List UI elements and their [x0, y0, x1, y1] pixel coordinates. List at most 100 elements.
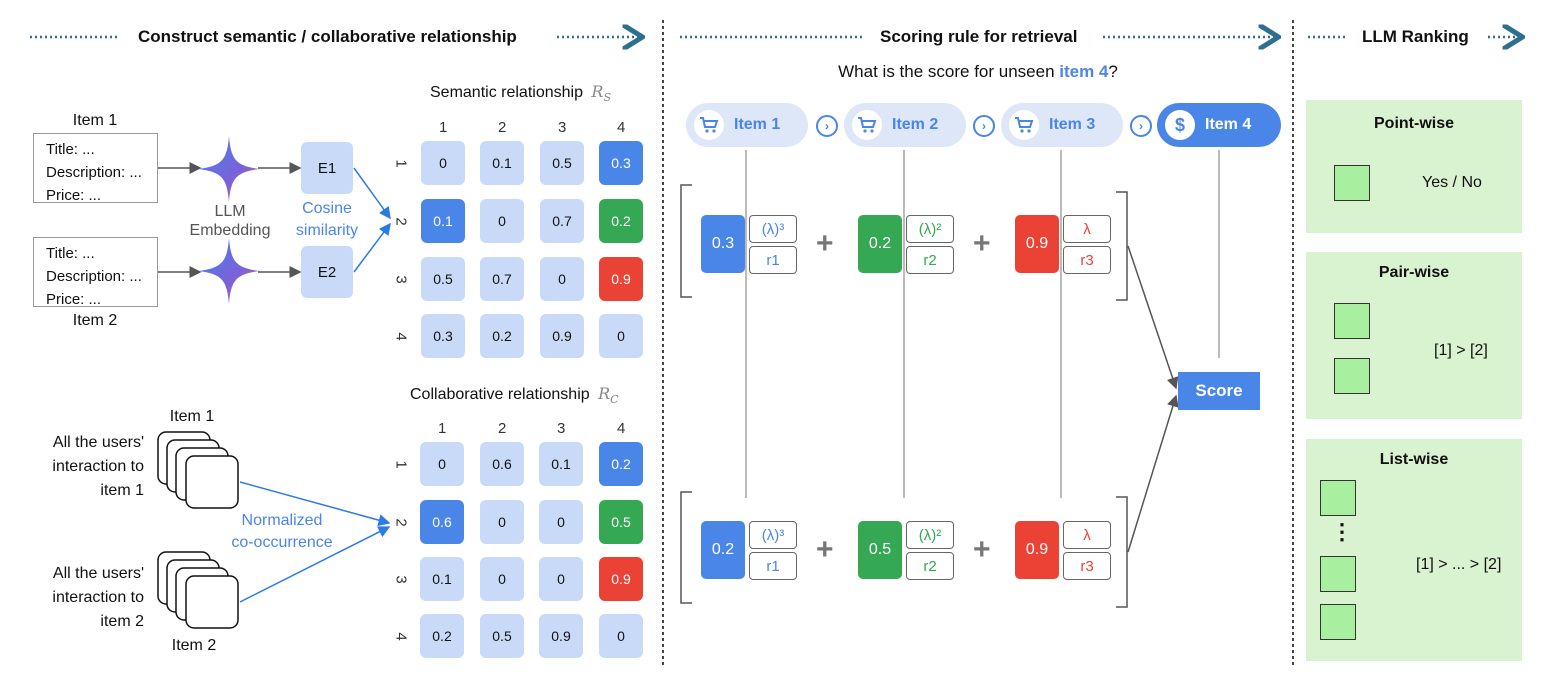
- semantic-matrix-cell: 0.5: [540, 141, 584, 185]
- semantic-matrix-cell: 0.7: [480, 257, 524, 301]
- question-item: item 4: [1059, 62, 1109, 81]
- semantic-item1-label: Item 1: [72, 112, 118, 129]
- pill-item4: $ Item 4: [1157, 103, 1281, 147]
- collaborative-row-label: 1: [392, 460, 410, 469]
- score-value-box: 0.2: [858, 215, 902, 273]
- pill-item3-label: Item 3: [1049, 116, 1096, 133]
- collaborative-row-label: 4: [392, 632, 410, 641]
- users1-line2: interaction to: [52, 458, 144, 475]
- embedding-e2: E2: [301, 246, 353, 298]
- collaborative-matrix-cell: 0: [599, 614, 643, 658]
- users2-line2: interaction to: [52, 589, 144, 606]
- relationship-box: r2: [906, 246, 954, 274]
- relationship-box: r1: [749, 246, 797, 274]
- collaborative-col-label: 2: [498, 420, 507, 437]
- scoring-question: What is the score for unseen item 4?: [838, 63, 1118, 80]
- collaborative-matrix-cell: 0.6: [420, 500, 464, 544]
- user-cards-item1: [157, 431, 239, 509]
- llm-sparkle-icon-2: [198, 238, 260, 304]
- semantic-item2-label: Item 2: [72, 312, 118, 329]
- pill-item2: Item 2: [844, 103, 966, 147]
- cosine-arrows: [353, 167, 391, 273]
- collab-item1-label: Item 1: [169, 408, 215, 425]
- item2-price: Price: ...: [46, 291, 102, 308]
- llm-sparkle-icon: [198, 136, 260, 202]
- plus-icon: +: [816, 533, 834, 566]
- decay-weight-box: (λ)³: [749, 521, 797, 549]
- semantic-matrix-cell: 0.2: [599, 199, 643, 243]
- item2-title: Title: ...: [46, 245, 95, 262]
- semantic-matrix-cell: 0.9: [599, 257, 643, 301]
- collaborative-col-label: 3: [557, 420, 566, 437]
- plus-icon: +: [973, 533, 991, 566]
- listwise-item-box-3: [1320, 604, 1356, 640]
- collaborative-row-label: 3: [392, 575, 410, 584]
- users2-line1: All the users': [52, 565, 144, 582]
- chevron-right-icon: ›: [816, 115, 838, 137]
- pill-item3: Item 3: [1001, 103, 1123, 147]
- collaborative-symbol: R: [598, 384, 611, 403]
- semantic-row-label: 3: [392, 275, 410, 284]
- decay-weight-box: λ: [1063, 215, 1111, 243]
- cooccurrence-label-1: Normalized: [241, 512, 323, 529]
- collaborative-matrix-cell: 0.6: [480, 442, 524, 486]
- cart-icon: [694, 110, 724, 140]
- collaborative-matrix-cell: 0.1: [539, 442, 583, 486]
- pill-item1: Item 1: [686, 103, 808, 147]
- semantic-matrix-cell: 0: [540, 257, 584, 301]
- pairwise-title: Pair-wise: [1378, 264, 1450, 281]
- llm-label-1: LLM: [214, 203, 246, 220]
- score-box: Score: [1178, 372, 1260, 410]
- pairwise-output: [1] > [2]: [1434, 342, 1488, 359]
- decay-weight-box: (λ)²: [906, 521, 954, 549]
- listwise-ellipsis: ⋮: [1331, 519, 1353, 544]
- semantic-col-label: 4: [617, 119, 626, 136]
- item1-description: Description: ...: [46, 164, 142, 181]
- semantic-matrix-cell: 0.3: [421, 314, 465, 358]
- pointwise-output: Yes / No: [1422, 174, 1482, 191]
- chevron-right-icon-2: ›: [973, 115, 995, 137]
- collaborative-matrix-cell: 0: [480, 500, 524, 544]
- cosine-label-1: Cosine: [302, 200, 352, 217]
- plus-icon: +: [816, 227, 834, 260]
- score-arrows: [1127, 245, 1179, 553]
- semantic-row-label: 4: [392, 332, 410, 341]
- semantic-matrix-cell: 0.7: [540, 199, 584, 243]
- semantic-matrix-cell: 0.9: [540, 314, 584, 358]
- question-prefix: What is the score for unseen: [838, 62, 1060, 81]
- pill-item4-label: Item 4: [1205, 116, 1252, 133]
- semantic-col-label: 3: [558, 119, 567, 136]
- cart-icon-3: [1009, 110, 1039, 140]
- cart-icon-2: [852, 110, 882, 140]
- pointwise-item-box: [1334, 165, 1370, 201]
- collaborative-row-label: 2: [392, 518, 410, 527]
- score-value-box: 0.5: [858, 521, 902, 579]
- collaborative-matrix-cell: 0: [480, 557, 524, 601]
- collaborative-matrix-cell: 0: [539, 500, 583, 544]
- item2-info-box: Title: ... Description: ... Price: ...: [33, 237, 158, 308]
- collaborative-matrix-cell: 0.1: [420, 557, 464, 601]
- header-right: LLM Ranking: [1362, 27, 1469, 46]
- relationship-box: r3: [1063, 552, 1111, 580]
- users2-line3: item 2: [100, 613, 144, 630]
- collab-item2-label: Item 2: [171, 637, 217, 654]
- collaborative-title-text: Collaborative relationship: [410, 386, 590, 403]
- item2-description: Description: ...: [46, 268, 142, 285]
- users1-line1: All the users': [52, 434, 144, 451]
- timeline-lines: [745, 150, 1220, 498]
- collaborative-title: Collaborative relationship RC: [410, 384, 619, 406]
- listwise-item-box-1: [1320, 480, 1356, 516]
- collaborative-matrix-cell: 0.5: [599, 500, 643, 544]
- listwise-item-box-2: [1320, 556, 1356, 592]
- collaborative-matrix-cell: 0.2: [420, 614, 464, 658]
- cooccurrence-label-2: co-occurrence: [231, 534, 333, 551]
- question-suffix: ?: [1108, 62, 1118, 81]
- semantic-matrix-cell: 0: [421, 141, 465, 185]
- collaborative-col-label: 1: [438, 420, 447, 437]
- item1-title: Title: ...: [46, 141, 95, 158]
- collaborative-matrix-cell: 0: [539, 557, 583, 601]
- users1-line3: item 1: [100, 482, 144, 499]
- score-value-box: 0.2: [701, 521, 745, 579]
- header-left: Construct semantic / collaborative relat…: [138, 27, 517, 46]
- item1-info-box: Title: ... Description: ... Price: ...: [33, 133, 158, 204]
